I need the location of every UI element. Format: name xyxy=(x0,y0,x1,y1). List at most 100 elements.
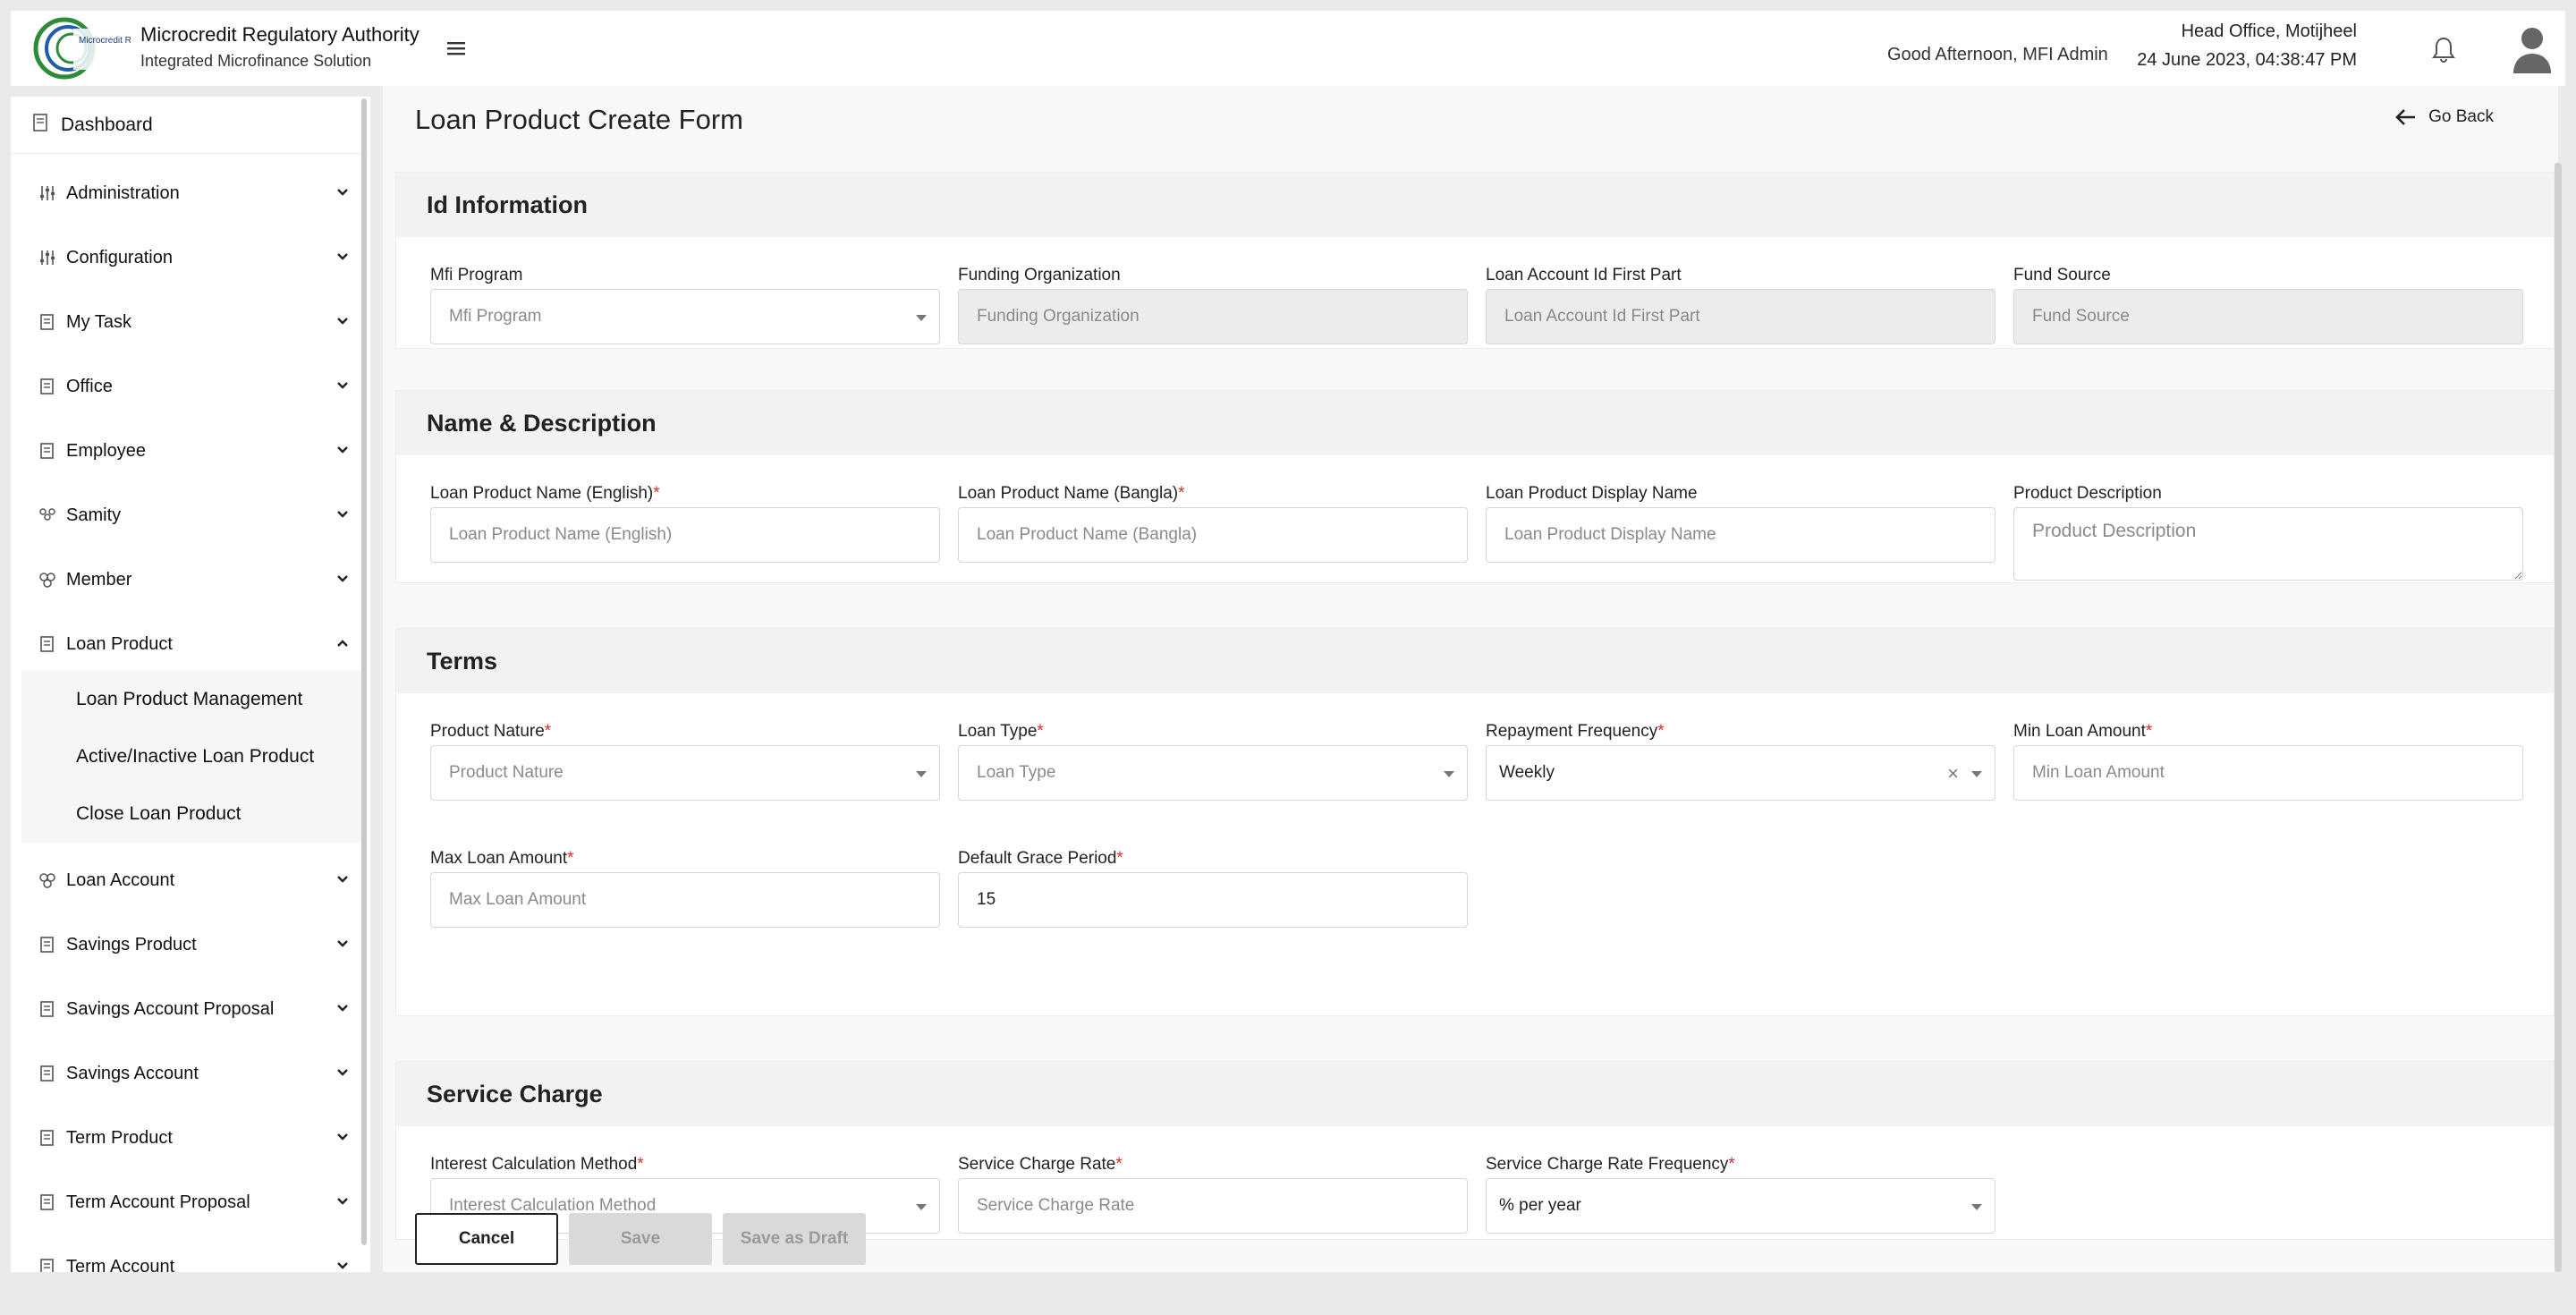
loan-type-placeholder: Loan Type xyxy=(977,763,1056,782)
rate-frequency-select[interactable]: % per year xyxy=(1486,1178,1996,1234)
section-name-description: Name & Description Loan Product Name (En… xyxy=(395,390,2555,583)
sidebar-item-loan-account[interactable]: Loan Account xyxy=(11,853,369,907)
go-back-button[interactable]: Go Back xyxy=(2394,107,2494,127)
sidebar-item-label: Office xyxy=(66,376,113,396)
sidebar-item-term-product[interactable]: Term Product xyxy=(11,1111,369,1165)
service-charge-rate-label: Service Charge Rate* xyxy=(958,1155,1123,1174)
sidebar-item-employee[interactable]: Employee xyxy=(11,424,369,478)
product-nature-label: Product Nature* xyxy=(430,722,552,741)
sidebar-item-loan-product[interactable]: Loan Product xyxy=(11,617,369,671)
name-bangla-input[interactable] xyxy=(958,507,1468,563)
group-icon xyxy=(38,570,57,590)
document-icon xyxy=(38,441,57,461)
sidebar-item-label: Savings Product xyxy=(66,934,197,954)
chevron-down-icon xyxy=(337,253,348,260)
sidebar-item-label: Administration xyxy=(66,182,180,203)
document-icon xyxy=(38,935,57,954)
chevron-down-icon xyxy=(337,382,348,389)
sidebar-item-configuration[interactable]: Configuration xyxy=(11,231,369,284)
sidebar-item-office[interactable]: Office xyxy=(11,360,369,413)
mfi-program-placeholder: Mfi Program xyxy=(449,307,542,326)
section-title: Service Charge xyxy=(396,1062,2554,1126)
sidebar-item-savings-product[interactable]: Savings Product xyxy=(11,918,369,971)
sliders-icon xyxy=(38,183,57,203)
name-bangla-label: Loan Product Name (Bangla)* xyxy=(958,484,1185,503)
office-name: Head Office, Motijheel xyxy=(2181,21,2357,41)
chevron-down-icon xyxy=(337,318,348,325)
repayment-frequency-label: Repayment Frequency* xyxy=(1486,722,1665,741)
top-header: Microcredit Regulatory Authority Microcr… xyxy=(11,11,2565,86)
sidebar: Dashboard Administration Configuration M… xyxy=(11,97,370,1272)
product-nature-select[interactable]: Product Nature xyxy=(430,745,940,801)
max-loan-amount-input[interactable] xyxy=(430,872,940,928)
dashboard-icon xyxy=(32,113,50,138)
main-scrollbar-thumb[interactable] xyxy=(2555,163,2562,1272)
document-icon xyxy=(38,634,57,654)
fund-source-input[interactable] xyxy=(2013,289,2523,344)
page-title: Loan Product Create Form xyxy=(415,104,744,135)
sidebar-item-dashboard[interactable]: Dashboard xyxy=(11,97,369,154)
grace-period-input[interactable] xyxy=(958,872,1468,928)
document-icon xyxy=(38,1128,57,1148)
rate-frequency-label: Service Charge Rate Frequency* xyxy=(1486,1155,1735,1174)
hamburger-menu-icon[interactable] xyxy=(443,36,470,61)
sidebar-scrollbar[interactable] xyxy=(361,98,367,1245)
sidebar-item-label: Dashboard xyxy=(61,114,153,135)
caret-down-icon xyxy=(916,771,927,777)
sidebar-item-member[interactable]: Member xyxy=(11,553,369,607)
org-subtitle: Integrated Microfinance Solution xyxy=(140,52,372,70)
calc-method-label: Interest Calculation Method* xyxy=(430,1155,644,1174)
repayment-frequency-value: Weekly xyxy=(1499,763,1555,782)
chevron-down-icon xyxy=(337,1133,348,1141)
min-loan-amount-label: Min Loan Amount* xyxy=(2013,722,2153,741)
main-scrollbar[interactable] xyxy=(2555,163,2562,1272)
sidebar-item-term-account[interactable]: Term Account xyxy=(11,1240,369,1272)
sidebar-subitem-active-inactive-loan-product[interactable]: Active/Inactive Loan Product xyxy=(76,746,314,768)
service-charge-rate-input[interactable] xyxy=(958,1178,1468,1234)
min-loan-amount-input[interactable] xyxy=(2013,745,2523,801)
sidebar-item-my-task[interactable]: My Task xyxy=(11,295,369,349)
chevron-down-icon xyxy=(337,511,348,518)
sidebar-item-label: Term Product xyxy=(66,1127,173,1148)
fund-source-label: Fund Source xyxy=(2013,266,2111,284)
name-english-input[interactable] xyxy=(430,507,940,563)
save-button[interactable]: Save xyxy=(569,1213,712,1265)
clear-icon[interactable]: × xyxy=(1947,762,1959,785)
product-nature-placeholder: Product Nature xyxy=(449,763,564,782)
max-loan-amount-label: Max Loan Amount* xyxy=(430,849,574,868)
product-description-label: Product Description xyxy=(2013,484,2162,503)
loan-type-label: Loan Type* xyxy=(958,722,1044,741)
name-english-label: Loan Product Name (English)* xyxy=(430,484,660,503)
user-avatar-icon[interactable] xyxy=(2512,23,2553,73)
sidebar-item-label: Samity xyxy=(66,505,122,525)
greeting-text: Good Afternoon, MFI Admin xyxy=(1887,45,2108,64)
loan-account-id-input[interactable] xyxy=(1486,289,1996,344)
sidebar-item-label: My Task xyxy=(66,311,131,332)
product-description-textarea[interactable] xyxy=(2013,507,2523,581)
sidebar-item-label: Loan Account xyxy=(66,870,175,890)
chevron-down-icon xyxy=(337,876,348,883)
sidebar-item-administration[interactable]: Administration xyxy=(11,166,369,220)
funding-organization-input[interactable] xyxy=(958,289,1468,344)
sidebar-subitem-close-loan-product[interactable]: Close Loan Product xyxy=(76,803,241,825)
org-title: Microcredit Regulatory Authority xyxy=(140,23,419,46)
sidebar-item-savings-account[interactable]: Savings Account xyxy=(11,1047,369,1100)
chevron-down-icon xyxy=(337,446,348,454)
display-name-input[interactable] xyxy=(1486,507,1996,563)
loan-type-select[interactable]: Loan Type xyxy=(958,745,1468,801)
sidebar-item-term-account-proposal[interactable]: Term Account Proposal xyxy=(11,1175,369,1229)
sidebar-item-samity[interactable]: Samity xyxy=(11,488,369,542)
go-back-label: Go Back xyxy=(2428,107,2494,126)
group-icon xyxy=(38,870,57,890)
mfi-program-select[interactable]: Mfi Program xyxy=(430,289,940,344)
section-terms: Terms Product Nature* Product Nature Loa… xyxy=(395,628,2555,1016)
cancel-button[interactable]: Cancel xyxy=(415,1213,558,1265)
sidebar-item-savings-account-proposal[interactable]: Savings Account Proposal xyxy=(11,982,369,1036)
notification-bell-icon[interactable] xyxy=(2431,36,2456,64)
sidebar-subitem-loan-product-management[interactable]: Loan Product Management xyxy=(76,689,302,710)
sidebar-item-label: Employee xyxy=(66,440,146,461)
group-icon xyxy=(38,505,57,525)
save-as-draft-button[interactable]: Save as Draft xyxy=(723,1213,866,1265)
section-id-information: Id Information Mfi Program Mfi Program F… xyxy=(395,172,2555,349)
repayment-frequency-select[interactable]: Weekly × xyxy=(1486,745,1996,801)
